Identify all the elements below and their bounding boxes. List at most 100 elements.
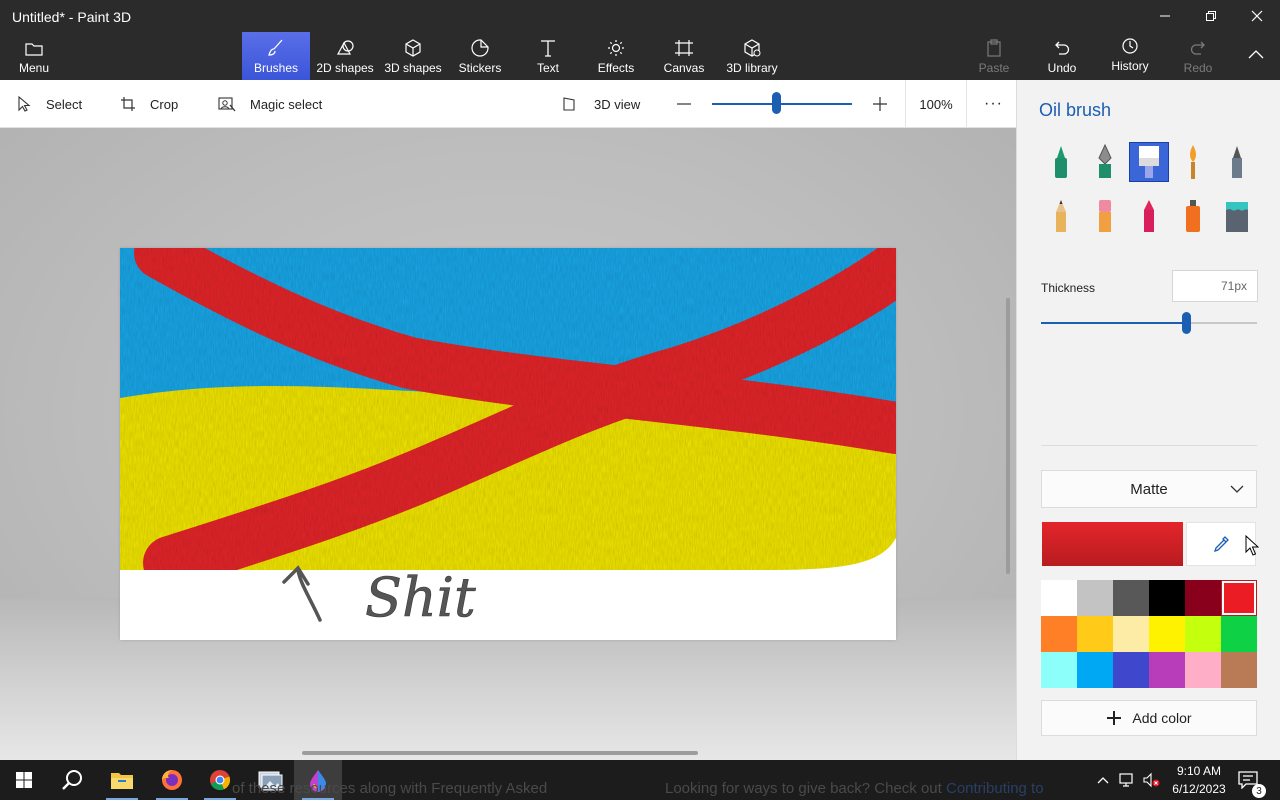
pixel-pen-icon [1232,146,1242,178]
zoom-slider-track[interactable] [712,103,852,105]
close-button[interactable] [1234,0,1280,32]
menu-button[interactable]: Menu [8,32,60,80]
thickness-label: Thickness [1041,281,1096,295]
history-icon [1122,38,1138,54]
3d-view-icon [563,97,575,111]
magic-select-button[interactable]: Magic select [218,80,322,128]
palette-swatch[interactable] [1149,580,1185,616]
brush-eraser[interactable] [1085,196,1125,236]
zoom-out-button[interactable] [676,80,706,128]
show-hidden-icons-button[interactable] [1094,760,1112,800]
text-icon [541,40,555,57]
palette-swatch[interactable] [1113,580,1149,616]
drawing-canvas[interactable]: Shit [120,248,896,640]
palette-swatch[interactable] [1149,652,1185,688]
color-palette [1041,580,1257,688]
tab-brushes[interactable]: Brushes [242,32,310,80]
more-options-button[interactable]: ··· [984,80,1003,128]
palette-swatch[interactable] [1221,652,1257,688]
tab-label: Brushes [253,61,299,75]
palette-swatch[interactable] [1113,616,1149,652]
palette-swatch[interactable] [1185,652,1221,688]
thickness-slider-thumb[interactable] [1181,312,1191,334]
brush-oil-brush[interactable] [1129,142,1169,182]
tab-stickers[interactable]: Stickers [452,32,508,80]
horizontal-scrollbar[interactable] [302,751,698,755]
taskbar-search-button[interactable] [48,760,96,800]
tab-3d-shapes[interactable]: 3D shapes [382,32,444,80]
magic-select-label: Magic select [250,96,323,112]
folder-icon [25,43,43,56]
palette-swatch[interactable] [1041,580,1077,616]
tab-label: Stickers [458,61,502,75]
tab-text[interactable]: Text [524,32,572,80]
plus-icon [873,97,887,111]
watercolor-icon [1190,145,1196,179]
finish-dropdown[interactable]: Matte [1041,470,1257,508]
brush-watercolor[interactable] [1173,142,1213,182]
palette-swatch[interactable] [1149,616,1185,652]
brush-calligraphy-pen[interactable] [1085,142,1125,182]
minimize-icon [1160,15,1170,17]
brush-fill[interactable] [1217,196,1257,236]
restore-icon [1206,11,1216,21]
restore-button[interactable] [1188,0,1234,32]
palette-swatch[interactable] [1221,616,1257,652]
undo-button[interactable]: Undo [1040,32,1084,80]
zoom-value[interactable]: 100% [905,80,967,128]
clock-date: 6/12/2023 [1172,782,1226,796]
crop-button[interactable]: Crop [120,80,178,128]
pencil-icon [1056,200,1066,232]
tab-label: Canvas [663,61,705,75]
redo-icon [1190,41,1205,55]
tab-2d-shapes[interactable]: 2D shapes [314,32,376,80]
zoom-slider-thumb[interactable] [772,92,782,114]
select-button[interactable]: Select [16,80,82,128]
tab-label: Text [536,61,559,75]
palette-swatch[interactable] [1113,652,1149,688]
brush-crayon[interactable] [1129,196,1169,236]
volume-button[interactable] [1140,760,1162,800]
redo-button[interactable]: Redo [1176,32,1220,80]
tab-3d-library[interactable]: 3D library [722,32,782,80]
taskbar-clock[interactable]: 9:10 AM 6/12/2023 [1164,762,1234,798]
tab-effects[interactable]: Effects [590,32,642,80]
taskbar-file-explorer[interactable] [98,760,146,800]
collapse-ribbon-button[interactable] [1234,32,1278,80]
current-color-swatch[interactable] [1042,522,1183,566]
palette-swatch[interactable] [1185,616,1221,652]
minimize-button[interactable] [1142,0,1188,32]
add-color-button[interactable]: Add color [1041,700,1257,736]
firefox-icon [162,770,182,790]
palette-swatch[interactable] [1077,652,1113,688]
oil-brush-icon [1139,146,1159,178]
palette-swatch[interactable] [1041,652,1077,688]
paste-button[interactable]: Paste [972,32,1016,80]
3d-view-button[interactable]: 3D view [562,80,640,128]
palette-swatch[interactable] [1185,580,1221,616]
palette-swatch[interactable] [1041,616,1077,652]
background-text-right: Looking for ways to give back? Check out… [665,780,1044,797]
zoom-in-button[interactable] [872,80,902,128]
brush-pixel-pen[interactable] [1217,142,1257,182]
tab-label: 2D shapes [316,61,374,75]
ribbon: Menu Brushes 2D shapes 3D shapes Sticker… [0,32,1280,80]
taskbar-firefox[interactable] [148,760,196,800]
crop-label: Crop [150,96,179,112]
calligraphy-pen-icon [1098,144,1112,178]
brush-spray-can[interactable] [1173,196,1213,236]
palette-swatch[interactable] [1077,580,1113,616]
palette-swatch[interactable] [1221,580,1257,616]
folder-icon [111,773,133,789]
thickness-slider-fill [1041,322,1186,324]
brush-pencil[interactable] [1041,196,1081,236]
vertical-scrollbar[interactable] [1006,298,1010,574]
network-button[interactable] [1116,760,1138,800]
palette-swatch[interactable] [1077,616,1113,652]
brush-marker[interactable] [1041,142,1081,182]
history-button[interactable]: History [1106,32,1154,80]
thickness-input[interactable]: 71px [1172,270,1258,302]
tab-canvas[interactable]: Canvas [660,32,708,80]
start-button[interactable] [0,760,48,800]
finish-value: Matte [1130,480,1168,498]
